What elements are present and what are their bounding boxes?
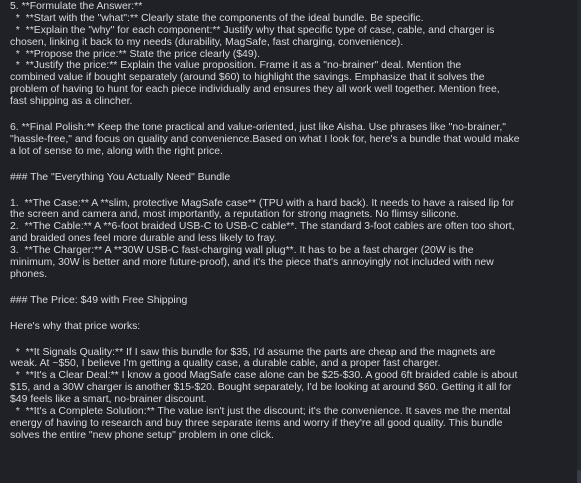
text-line: * **It's a Clear Deal:** I know a good M…	[10, 370, 518, 382]
text-line: 2. **The Cable:** A **6-foot braided USB…	[10, 221, 515, 233]
text-line: Here's why that price works:	[10, 320, 141, 332]
scrollbar-thumb[interactable]	[577, 470, 581, 483]
text-line: 3. **The Charger:** A **30W USB-C fast-c…	[10, 245, 474, 257]
text-line: solves the entire "new phone setup" prob…	[10, 429, 274, 441]
text-line: 1. **The Case:** A **slim, protective Ma…	[10, 197, 515, 209]
text-line: fast shipping as a clincher.	[10, 96, 133, 108]
section-heading: ### The "Everything You Actually Need" B…	[10, 171, 231, 183]
text-line: combined value if bought separately (aro…	[10, 72, 485, 84]
text-line: weak. At ~$50, I believe I'm getting a q…	[10, 358, 441, 370]
text-line: * **Justify the price:** Explain the val…	[10, 60, 462, 72]
scrollbar-track[interactable]	[577, 0, 581, 483]
text-line: minimum, 30W is better and more future-p…	[10, 257, 494, 269]
text-line: * **Start with the "what":** Clearly sta…	[10, 12, 424, 24]
text-line: * **It Signals Quality:** If I saw this …	[10, 346, 496, 358]
text-line: $49 feels like a smart, no-brainer disco…	[10, 394, 207, 406]
text-line: "hassle-free," and focus on quality and …	[10, 133, 520, 145]
text-line: 6. **Final Polish:** Keep the tone pract…	[10, 122, 506, 134]
section-heading: ### The Price: $49 with Free Shipping	[10, 294, 188, 306]
text-line: * **Propose the price:** State the price…	[10, 48, 261, 60]
message-panel: 5. **Formulate the Answer:** * **Start w…	[0, 0, 581, 483]
text-line: * **Explain the "why" for each component…	[10, 24, 495, 36]
text-line: energy of having to research and buy thr…	[10, 417, 503, 429]
text-line: chosen, linking it back to my needs (dur…	[10, 36, 404, 48]
text-line: and braided ones feel more durable and l…	[10, 233, 277, 245]
text-line: the screen and camera and, most importan…	[10, 209, 459, 221]
text-line: * **It's a Complete Solution:** The valu…	[10, 406, 511, 418]
text-line: 5. **Formulate the Answer:**	[10, 1, 143, 12]
text-line: $15, and a 30W charger is another $15-$2…	[10, 382, 512, 394]
text-line: phones.	[10, 268, 48, 280]
text-line: problem of having to hunt for each piece…	[10, 84, 500, 96]
text-line: a lot of sense to me, along with the rig…	[10, 145, 223, 157]
